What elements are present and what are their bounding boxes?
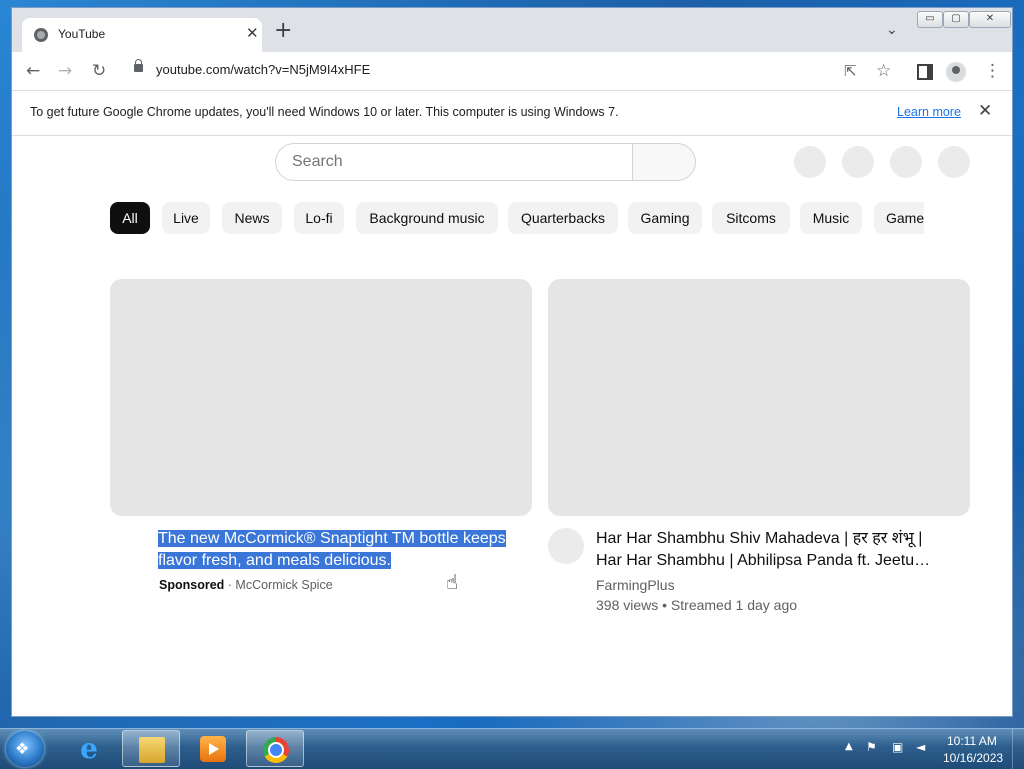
search-placeholder: Search xyxy=(292,153,343,170)
taskbar-file-explorer[interactable] xyxy=(122,730,180,767)
back-arrow-icon[interactable]: ← xyxy=(26,61,40,81)
ad-meta: Sponsored · McCormick Spice xyxy=(159,578,333,592)
video-channel[interactable]: FarmingPlus xyxy=(596,577,675,593)
youtube-page: Search All Live News Lo-fi Background mu… xyxy=(12,136,1012,716)
video-title[interactable]: Har Har Shambhu Shiv Mahadeva | हर हर शं… xyxy=(596,528,936,572)
chip-music[interactable]: Music xyxy=(800,202,862,234)
meta-separator: · xyxy=(224,578,236,592)
chrome-window: YouTube ✕ + ⌄ ▭ ▢ ✕ ← → ↻ youtube.com/wa… xyxy=(12,8,1012,716)
update-infobar: To get future Google Chrome updates, you… xyxy=(12,91,1012,136)
infobar-close-icon[interactable]: ✕ xyxy=(978,101,992,121)
chip-live[interactable]: Live xyxy=(162,202,210,234)
video-thumbnail[interactable] xyxy=(110,279,532,516)
ad-title[interactable]: The new McCormick® Snaptight TM bottle k… xyxy=(158,528,518,572)
action-center-flag-icon[interactable]: ⚑ xyxy=(866,740,880,754)
search-input[interactable]: Search xyxy=(275,143,632,181)
chip-game[interactable]: Game xyxy=(874,202,924,234)
chip-news[interactable]: News xyxy=(222,202,282,234)
close-window-button[interactable]: ✕ xyxy=(969,11,1011,28)
taskbar: ❖ e ▲ ⚑ ▣ ◄ 10:11 AM 10/16/2023 xyxy=(0,728,1024,769)
chip-sitcoms[interactable]: Sitcoms xyxy=(712,202,790,234)
side-panel-icon[interactable] xyxy=(917,64,933,80)
filter-chips: All Live News Lo-fi Background music Qua… xyxy=(110,202,924,236)
taskbar-media-player[interactable] xyxy=(184,730,242,767)
internet-explorer-icon: e xyxy=(80,732,98,765)
browser-toolbar: ← → ↻ youtube.com/watch?v=N5jM9I4xHFE ⇱ … xyxy=(12,52,1012,91)
reload-icon[interactable]: ↻ xyxy=(92,61,106,81)
clock-time[interactable]: 10:11 AM xyxy=(947,734,997,748)
folder-icon xyxy=(139,737,165,763)
clock-date[interactable]: 10/16/2023 xyxy=(943,751,1003,765)
tab-strip: YouTube ✕ + ⌄ ▭ ▢ ✕ xyxy=(12,8,1012,52)
header-icon-placeholder[interactable] xyxy=(938,146,970,178)
tab-close-icon[interactable]: ✕ xyxy=(246,24,259,42)
network-icon[interactable]: ▣ xyxy=(892,740,906,754)
bookmark-star-icon[interactable]: ☆ xyxy=(876,61,891,81)
new-tab-button[interactable]: + xyxy=(274,20,292,42)
chip-background-music[interactable]: Background music xyxy=(356,202,498,234)
infobar-message: To get future Google Chrome updates, you… xyxy=(30,105,619,119)
forward-arrow-icon[interactable]: → xyxy=(58,61,72,81)
volume-muted-icon[interactable]: ◄ xyxy=(916,740,930,754)
chip-gaming[interactable]: Gaming xyxy=(628,202,702,234)
ad-channel[interactable]: McCormick Spice xyxy=(235,578,332,592)
tab-search-icon[interactable]: ⌄ xyxy=(886,22,898,38)
share-icon[interactable]: ⇱ xyxy=(844,61,857,81)
media-player-icon xyxy=(200,736,226,762)
chip-quarterbacks[interactable]: Quarterbacks xyxy=(508,202,618,234)
profile-avatar-icon[interactable] xyxy=(946,62,966,82)
hand-cursor-icon: ☝ xyxy=(446,570,459,594)
chip-lofi[interactable]: Lo-fi xyxy=(294,202,344,234)
maximize-button[interactable]: ▢ xyxy=(943,11,969,28)
show-desktop-button[interactable] xyxy=(1012,729,1024,769)
start-button[interactable]: ❖ xyxy=(6,731,44,767)
kebab-menu-icon[interactable]: ⋮ xyxy=(984,61,1001,81)
minimize-button[interactable]: ▭ xyxy=(917,11,943,28)
address-bar[interactable]: youtube.com/watch?v=N5jM9I4xHFE xyxy=(156,62,370,77)
windows-logo-icon: ❖ xyxy=(15,739,30,758)
tab-title: YouTube xyxy=(58,27,106,41)
channel-avatar[interactable] xyxy=(548,528,584,564)
sponsored-label: Sponsored xyxy=(159,578,225,592)
globe-icon xyxy=(34,28,48,42)
search-button[interactable] xyxy=(632,143,696,181)
ad-title-text: The new McCormick® Snaptight TM bottle k… xyxy=(158,530,506,569)
header-icon-placeholder[interactable] xyxy=(794,146,826,178)
header-icon-placeholder[interactable] xyxy=(890,146,922,178)
header-icon-placeholder[interactable] xyxy=(842,146,874,178)
lock-icon[interactable] xyxy=(134,59,143,72)
video-thumbnail[interactable] xyxy=(548,279,970,516)
chip-all[interactable]: All xyxy=(110,202,150,234)
video-stats: 398 views • Streamed 1 day ago xyxy=(596,597,798,613)
chrome-icon xyxy=(263,737,289,763)
show-hidden-icons-icon[interactable]: ▲ xyxy=(845,741,853,752)
learn-more-link[interactable]: Learn more xyxy=(897,105,961,119)
tab-youtube[interactable]: YouTube ✕ xyxy=(22,18,262,52)
taskbar-internet-explorer[interactable]: e xyxy=(60,730,118,767)
taskbar-chrome[interactable] xyxy=(246,730,304,767)
